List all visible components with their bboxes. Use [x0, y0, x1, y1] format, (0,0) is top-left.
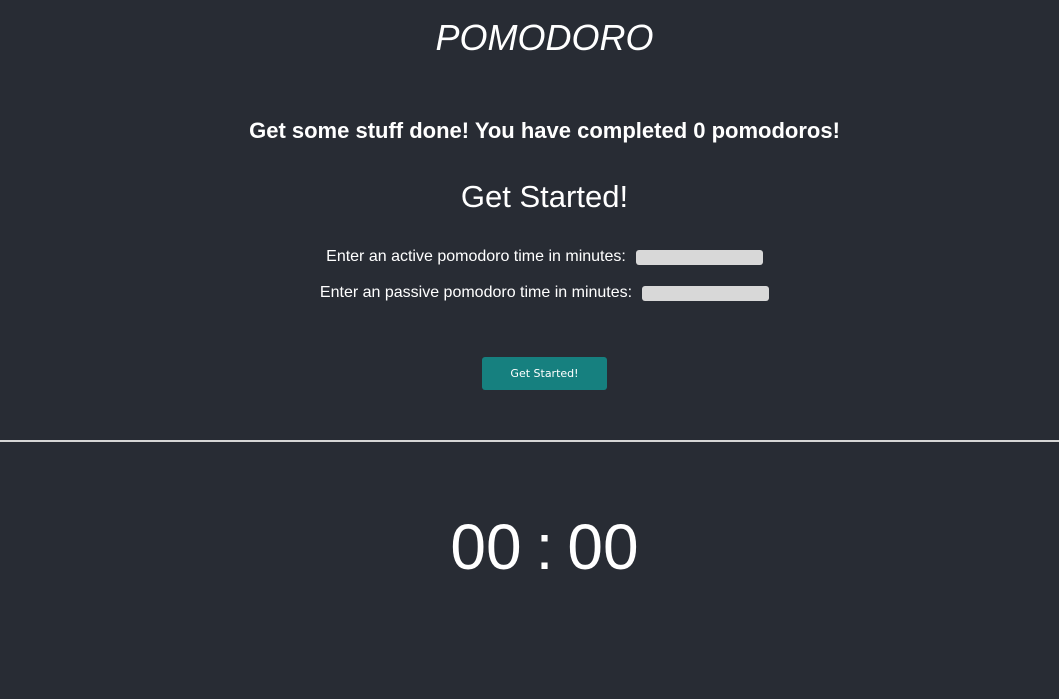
timer-separator: :	[535, 511, 554, 583]
passive-time-label: Enter an passive pomodoro time in minute…	[319, 284, 633, 301]
get-started-button[interactable]: Get Started!	[482, 357, 607, 390]
timer-seconds: 00	[567, 511, 639, 583]
active-time-input[interactable]	[635, 249, 763, 265]
passive-time-row: Enter an passive pomodoro time in minute…	[0, 283, 1059, 303]
active-time-label: Enter an active pomodoro time in minutes…	[326, 248, 626, 265]
timer-minutes: 00	[450, 511, 522, 583]
app-title: POMODORO	[435, 17, 654, 58]
completion-status: Get some stuff done! You have completed …	[249, 118, 840, 143]
active-time-row: Enter an active pomodoro time in minutes…	[0, 247, 1059, 267]
section-divider	[0, 440, 1059, 442]
get-started-heading: Get Started!	[460, 179, 629, 214]
pomodoro-app: POMODORO Get some stuff done! You have c…	[0, 0, 1059, 699]
passive-time-input[interactable]	[642, 285, 770, 301]
timer-display: 00:00	[0, 510, 1059, 584]
